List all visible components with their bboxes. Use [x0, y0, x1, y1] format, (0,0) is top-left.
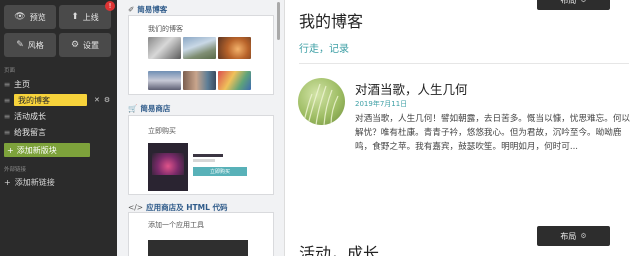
page-title: 我的博客	[299, 12, 364, 31]
thumbnail-image	[148, 71, 181, 90]
add-link-label: 添加新链接	[14, 178, 55, 187]
category-simple-store: 🛒 简易商店	[128, 103, 170, 114]
gear-icon: ⚙	[580, 0, 587, 4]
thumbnail-image	[148, 37, 181, 59]
page-actions: ✕ ⚙	[94, 96, 110, 104]
thumbnail-image	[218, 37, 251, 59]
sidebar-item-label: 主页	[14, 79, 30, 89]
product-detail-line	[193, 154, 223, 157]
close-icon[interactable]: ✕	[94, 96, 100, 104]
settings-button[interactable]: ⚙ 设置	[59, 33, 111, 57]
pages-section-label: 页面	[4, 68, 16, 74]
layout-label: 布局	[560, 231, 577, 241]
category-simple-blog: ✐ 简易博客	[128, 4, 167, 15]
post-image	[298, 78, 345, 125]
eye-icon: 👁	[14, 12, 26, 22]
sidebar-item-label: 活动成长	[14, 111, 46, 121]
page-subtitle: 行走，记录	[299, 44, 349, 55]
app-preview-image	[148, 240, 248, 256]
thumbnail-image	[218, 71, 251, 90]
settings-label: 设置	[83, 40, 100, 50]
code-icon: </>	[128, 203, 144, 212]
sidebar-item-label: 我的博客	[14, 94, 87, 106]
preview-button[interactable]: 👁 预览	[4, 5, 56, 29]
category-label: 简易商店	[140, 104, 171, 113]
product-detail-line	[193, 159, 215, 162]
category-label: 简易博客	[137, 5, 168, 14]
cart-icon: 🛒	[128, 104, 138, 113]
drag-handle-icon[interactable]: ≡	[0, 96, 14, 105]
post-date: 2019年7月11日	[355, 100, 408, 108]
card-title: 立即购买	[148, 127, 176, 135]
links-section-label: 外部链接	[4, 167, 27, 173]
drag-handle-icon[interactable]: ≡	[0, 80, 14, 89]
drag-handle-icon[interactable]: ≡	[0, 112, 14, 121]
sidebar-item-activity[interactable]: ≡ 活动成长	[0, 109, 117, 123]
sidebar-item-home[interactable]: ≡ 主页	[0, 77, 117, 91]
gear-icon: ⚙	[70, 40, 80, 50]
pencil-icon: ✐	[128, 5, 135, 14]
post-excerpt: 对酒当歌，人生几何！譬如朝露，去日苦多。慨当以慷，忧思难忘。何以解忧？唯有杜康。…	[355, 114, 631, 152]
plus-icon: +	[4, 178, 11, 187]
drag-handle-icon[interactable]: ≡	[0, 128, 14, 137]
sidebar-item-label: 给我留言	[14, 127, 46, 137]
add-block-label: 添加新版块	[16, 145, 57, 155]
add-block-button[interactable]: + 添加新版块	[4, 143, 90, 157]
layout-button[interactable]: 布局 ⚙	[537, 226, 610, 246]
sidebar-item-guestbook[interactable]: ≡ 给我留言	[0, 125, 117, 139]
card-title: 我们的博客	[148, 25, 183, 33]
layout-label: 布局	[560, 0, 577, 5]
publish-button[interactable]: ⬆ 上线 !	[59, 1, 115, 29]
panel-scrollbar[interactable]	[277, 2, 280, 40]
add-link-button[interactable]: + 添加新链接	[4, 177, 55, 188]
section-title: 活动，成长	[299, 244, 380, 256]
upload-icon: ⬆	[71, 12, 79, 22]
editor-sidebar: 👁 预览 ⬆ 上线 ! ✎ 风格 ⚙ 设置 页面 ≡ 主页 ≡ 我的博客 ✕ ⚙…	[0, 0, 117, 256]
card-title: 添加一个应用工具	[148, 221, 204, 229]
style-button[interactable]: ✎ 风格	[4, 33, 56, 57]
layout-button[interactable]: 布局 ⚙	[537, 0, 610, 10]
publish-label: 上线	[82, 12, 99, 22]
thumbnail-image	[183, 37, 216, 59]
plus-icon: +	[7, 145, 14, 155]
thumbnail-image	[183, 71, 216, 90]
buy-now-button[interactable]: 立即购买	[193, 167, 247, 176]
product-image	[148, 143, 188, 191]
post-title[interactable]: 对酒当歌，人生几何	[355, 79, 468, 98]
gear-icon: ⚙	[580, 232, 587, 240]
divider	[299, 63, 629, 64]
publish-notification-badge: !	[105, 1, 115, 11]
preview-label: 预览	[29, 12, 46, 22]
style-label: 风格	[27, 40, 44, 50]
brush-icon: ✎	[16, 40, 24, 50]
gear-icon[interactable]: ⚙	[104, 96, 110, 104]
